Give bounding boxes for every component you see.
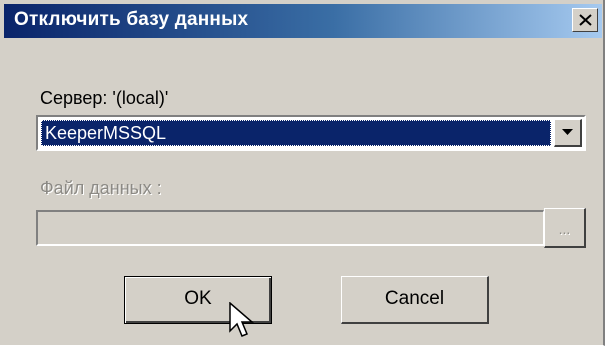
title-bar[interactable]: Отключить базу данных xyxy=(4,4,602,38)
window-title: Отключить базу данных xyxy=(14,9,249,30)
database-select[interactable]: KeeperMSSQL xyxy=(36,115,586,151)
dialog-window: Отключить базу данных Сервер: '(local)' … xyxy=(0,0,605,346)
close-icon xyxy=(579,14,592,26)
data-file-label: Файл данных : xyxy=(40,178,162,198)
data-file-input xyxy=(36,210,544,246)
browse-button: ... xyxy=(544,208,586,248)
mouse-pointer-icon xyxy=(229,302,255,337)
selected-database[interactable]: KeeperMSSQL xyxy=(41,120,551,146)
server-label: Сервер: '(local)' xyxy=(40,88,169,108)
close-button[interactable] xyxy=(572,8,598,32)
dropdown-button[interactable] xyxy=(554,119,582,147)
chevron-down-icon xyxy=(562,129,573,135)
cancel-button[interactable]: Cancel xyxy=(341,276,489,324)
